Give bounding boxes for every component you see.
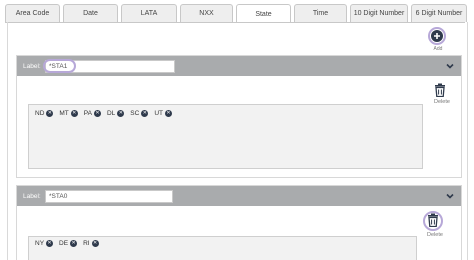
remove-tag-icon[interactable]: ✕ — [91, 240, 99, 247]
state-tag-box[interactable]: NY ✕ DE ✕ RI ✕ — [28, 236, 417, 260]
delete-button[interactable]: Delete — [423, 211, 446, 238]
tab-6-digit-number[interactable]: 6 Digit Number — [411, 4, 467, 22]
tag-label: DE — [59, 240, 69, 247]
add-circle — [428, 27, 446, 45]
state-tag: SC ✕ — [130, 110, 149, 117]
label-caption: Label: — [23, 62, 41, 70]
state-tag: UT ✕ — [154, 110, 172, 117]
add-button[interactable]: Add — [426, 27, 450, 52]
tag-label: NY — [35, 240, 45, 247]
delete-label: Delete — [427, 232, 443, 238]
tag-list: ND ✕ MT ✕ PA ✕ DL ✕ SC ✕ UT ✕ — [35, 110, 172, 117]
label-section-2: Label: *STA0 Delete NY ✕ DE ✕ RI ✕ — [16, 185, 462, 260]
state-tag: MT ✕ — [59, 110, 78, 117]
tab-nxx[interactable]: NXX — [180, 4, 233, 22]
remove-tag-icon[interactable]: ✕ — [165, 110, 172, 117]
section-header: Label: *STA0 — [17, 186, 461, 206]
remove-tag-icon[interactable]: ✕ — [46, 110, 54, 117]
state-tag: DE ✕ — [59, 240, 78, 247]
remove-tag-icon[interactable]: ✕ — [70, 240, 78, 247]
tag-label: RI — [83, 240, 90, 247]
label-input[interactable]: *STA0 — [45, 190, 173, 203]
trash-icon — [428, 213, 438, 227]
tag-label: DL — [106, 110, 116, 117]
plus-icon — [431, 30, 443, 42]
tab-state[interactable]: State — [236, 4, 291, 23]
add-label: Add — [433, 46, 443, 52]
tab-date[interactable]: Date — [63, 4, 118, 22]
tag-list: NY ✕ DE ✕ RI ✕ — [35, 240, 99, 247]
tag-label: ND — [35, 110, 45, 117]
tab-bar: Area Code Date LATA NXX State Time 10 Di… — [5, 4, 467, 23]
label-caption: Label: — [23, 192, 41, 200]
state-tag-box[interactable]: ND ✕ MT ✕ PA ✕ DL ✕ SC ✕ UT ✕ — [28, 104, 423, 169]
trash-icon — [435, 83, 445, 97]
remove-tag-icon[interactable]: ✕ — [70, 110, 78, 117]
tab-lata[interactable]: LATA — [121, 4, 177, 22]
remove-tag-icon[interactable]: ✕ — [117, 110, 125, 117]
state-tag: DL ✕ — [106, 110, 125, 117]
delete-label: Delete — [434, 99, 450, 105]
section-header: Label: *STA1 — [17, 56, 461, 76]
chevron-down-icon[interactable] — [445, 61, 455, 71]
tag-label: PA — [83, 110, 92, 117]
label-section-1: Label: *STA1 Delete ND ✕ MT ✕ PA ✕ DL ✕ SC ✕ … — [16, 55, 462, 178]
tab-10-digit-number[interactable]: 10 Digit Number — [350, 4, 408, 22]
state-tag: ND ✕ — [35, 110, 54, 117]
label-input[interactable]: *STA1 — [45, 60, 175, 73]
remove-tag-icon[interactable]: ✕ — [93, 110, 101, 117]
tag-label: SC — [130, 110, 140, 117]
state-tag: PA ✕ — [84, 110, 101, 117]
remove-tag-icon[interactable]: ✕ — [141, 110, 149, 117]
remove-tag-icon[interactable]: ✕ — [46, 240, 54, 247]
delete-button[interactable]: Delete — [431, 83, 453, 109]
tab-area-code[interactable]: Area Code — [5, 4, 60, 22]
tab-time[interactable]: Time — [294, 4, 347, 22]
state-tag: NY ✕ — [35, 240, 54, 247]
chevron-down-icon[interactable] — [445, 191, 455, 201]
state-tag: RI ✕ — [83, 240, 99, 247]
tag-label: MT — [59, 110, 69, 117]
tag-label: UT — [154, 110, 163, 117]
